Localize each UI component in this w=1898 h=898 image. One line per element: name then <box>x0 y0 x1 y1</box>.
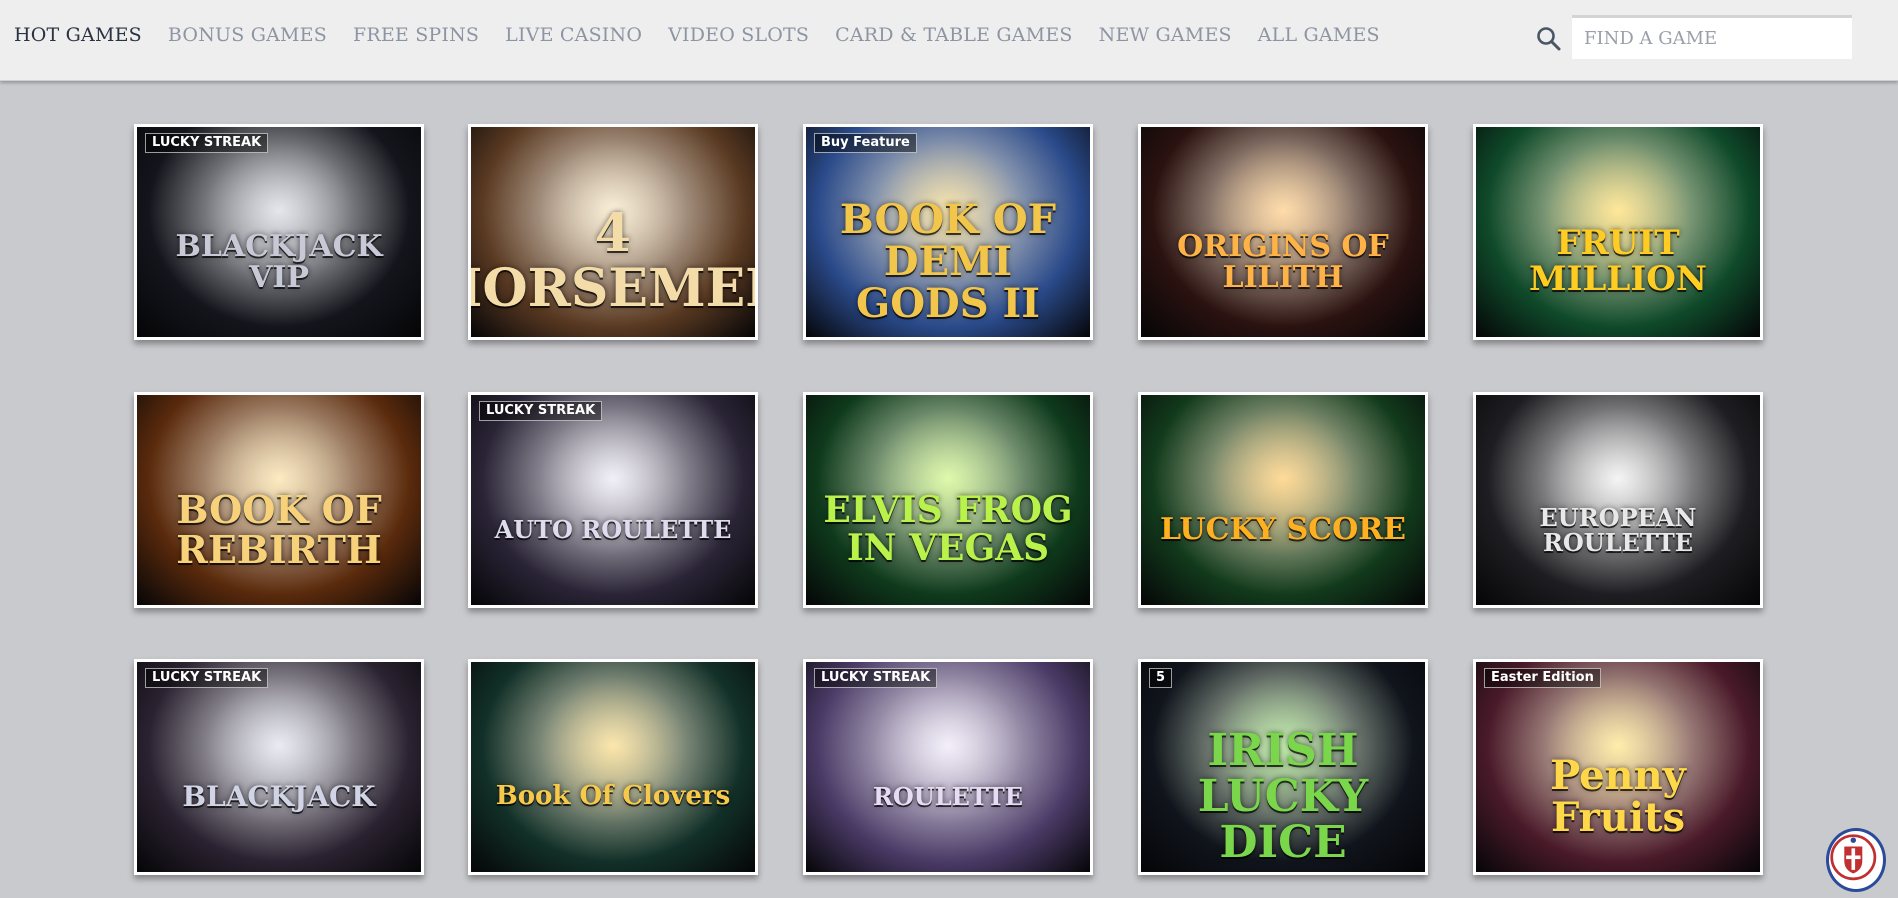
game-thumbnail: EUROPEAN ROULETTE <box>1476 395 1760 605</box>
game-thumbnail: LUCKY STREAK AUTO ROULETTE <box>471 395 755 605</box>
game-title: 4 HORSEMEN <box>471 203 755 319</box>
nav-bonus-games[interactable]: BONUS GAMES <box>168 24 327 46</box>
top-navigation-bar: HOT GAMES BONUS GAMES FREE SPINS LIVE CA… <box>0 0 1898 81</box>
game-thumbnail: LUCKY STREAK ROULETTE <box>806 662 1090 872</box>
game-thumbnail: LUCKY SCORE <box>1141 395 1425 605</box>
game-thumbnail: Easter Edition Penny Fruits <box>1476 662 1760 872</box>
nav-all-games[interactable]: ALL GAMES <box>1258 24 1380 46</box>
game-title: LUCKY SCORE <box>1159 512 1407 548</box>
game-tile[interactable]: 4 HORSEMEN <box>468 124 758 340</box>
game-title: BLACKJACK VIP <box>175 228 383 295</box>
game-title: AUTO ROULETTE <box>494 515 732 545</box>
game-thumbnail: FRUIT MILLION <box>1476 127 1760 337</box>
game-thumbnail: 5 IRISH LUCKY DICE <box>1141 662 1425 872</box>
game-tile[interactable]: Book Of Clovers <box>468 659 758 875</box>
game-tile[interactable]: EUROPEAN ROULETTE <box>1473 392 1763 608</box>
game-tile[interactable]: Easter Edition Penny Fruits <box>1473 659 1763 875</box>
nav-live-casino[interactable]: LIVE CASINO <box>505 24 642 46</box>
game-tile[interactable]: LUCKY STREAK BLACKJACK VIP <box>134 124 424 340</box>
game-title: ROULETTE <box>872 782 1024 812</box>
game-tile[interactable]: 5 IRISH LUCKY DICE <box>1138 659 1428 875</box>
nav-hot-games[interactable]: HOT GAMES <box>14 24 142 46</box>
game-tile[interactable]: LUCKY STREAK ROULETTE <box>803 659 1093 875</box>
game-badge: LUCKY STREAK <box>145 133 269 153</box>
game-tile[interactable]: ELVIS FROG IN VEGAS <box>803 392 1093 608</box>
game-title: BOOK OF DEMI GODS II <box>839 196 1057 327</box>
game-thumbnail: LUCKY STREAK BLACKJACK <box>137 662 421 872</box>
game-badge: LUCKY STREAK <box>145 668 269 688</box>
nav-free-spins[interactable]: FREE SPINS <box>353 24 479 46</box>
search-icon[interactable] <box>1536 26 1562 52</box>
shield-crest-icon[interactable] <box>1826 828 1886 892</box>
game-badge: 5 <box>1149 668 1173 688</box>
game-badge: Buy Feature <box>814 133 917 153</box>
nav-card-table-games[interactable]: CARD & TABLE GAMES <box>835 24 1072 46</box>
game-title: FRUIT MILLION <box>1529 223 1707 299</box>
game-thumbnail: Book Of Clovers <box>471 662 755 872</box>
game-title: Book Of Clovers <box>495 781 731 812</box>
game-tile[interactable]: ORIGINS OF LILITH <box>1138 124 1428 340</box>
game-tile[interactable]: LUCKY STREAK BLACKJACK <box>134 659 424 875</box>
game-thumbnail: ELVIS FROG IN VEGAS <box>806 395 1090 605</box>
game-title: BOOK OF REBIRTH <box>176 487 382 572</box>
nav-new-games[interactable]: NEW GAMES <box>1099 24 1232 46</box>
nav-video-slots[interactable]: VIDEO SLOTS <box>668 24 809 46</box>
game-thumbnail: BOOK OF REBIRTH <box>137 395 421 605</box>
game-thumbnail: 4 HORSEMEN <box>471 127 755 337</box>
game-title: Penny Fruits <box>1550 752 1686 841</box>
game-title: IRISH LUCKY DICE <box>1197 724 1369 869</box>
game-thumbnail: Buy Feature BOOK OF DEMI GODS II <box>806 127 1090 337</box>
game-title: ELVIS FROG IN VEGAS <box>823 489 1073 569</box>
game-thumbnail: ORIGINS OF LILITH <box>1141 127 1425 337</box>
game-title: ORIGINS OF LILITH <box>1177 228 1389 295</box>
game-tile[interactable]: FRUIT MILLION <box>1473 124 1763 340</box>
game-tile[interactable]: LUCKY SCORE <box>1138 392 1428 608</box>
game-tile[interactable]: LUCKY STREAK AUTO ROULETTE <box>468 392 758 608</box>
category-nav: HOT GAMES BONUS GAMES FREE SPINS LIVE CA… <box>14 24 1380 46</box>
game-badge: Easter Edition <box>1484 668 1601 688</box>
game-badge: LUCKY STREAK <box>814 668 938 688</box>
game-badge: LUCKY STREAK <box>479 401 603 421</box>
game-tile[interactable]: BOOK OF REBIRTH <box>134 392 424 608</box>
game-thumbnail: LUCKY STREAK BLACKJACK VIP <box>137 127 421 337</box>
game-tile[interactable]: Buy Feature BOOK OF DEMI GODS II <box>803 124 1093 340</box>
find-game-input[interactable] <box>1572 15 1852 59</box>
game-title: BLACKJACK <box>182 780 376 814</box>
game-title: EUROPEAN ROULETTE <box>1539 502 1697 557</box>
